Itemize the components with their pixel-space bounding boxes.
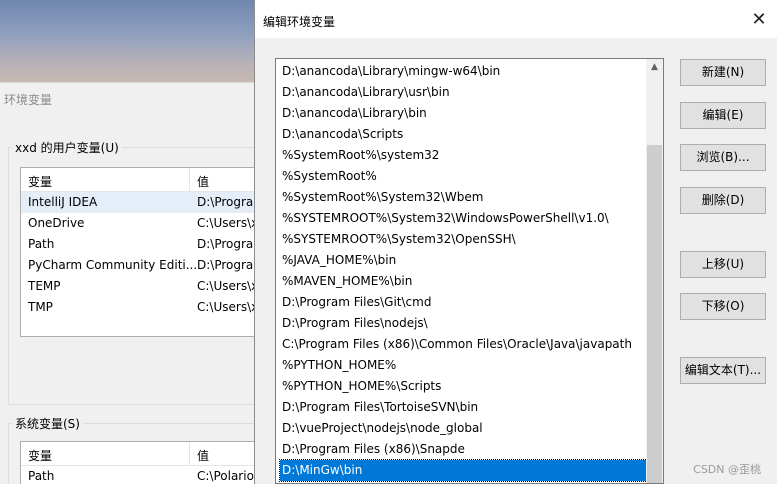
- variable-value: C:\Users\x: [197, 216, 259, 230]
- path-list-item[interactable]: D:\anancoda\Scripts: [280, 124, 647, 145]
- variable-value: D:\Progra: [197, 258, 254, 272]
- path-list-item[interactable]: D:\Program Files\TortoiseSVN\bin: [280, 397, 647, 418]
- path-list-item[interactable]: %PYTHON_HOME%\Scripts: [280, 376, 647, 397]
- variable-name: Path: [28, 237, 55, 251]
- table-row[interactable]: Path D:\Progra: [21, 234, 269, 255]
- watermark: CSDN @歪桃: [693, 463, 761, 476]
- variable-name: IntelliJ IDEA: [28, 195, 98, 209]
- variable-value: C:\Users\x: [197, 279, 259, 293]
- system-vars-table[interactable]: 变量 值 Path C:\Polario: [20, 441, 270, 484]
- path-list-item[interactable]: C:\Program Files (x86)\Common Files\Orac…: [280, 334, 647, 355]
- path-list-item[interactable]: %SystemRoot%\system32: [280, 145, 647, 166]
- path-list-item[interactable]: %MAVEN_HOME%\bin: [280, 271, 647, 292]
- user-vars-label: xxd 的用户变量(U): [12, 139, 122, 156]
- path-list-item[interactable]: D:\anancoda\Library\usr\bin: [280, 82, 647, 103]
- path-list-item[interactable]: D:\Program Files (x86)\Snapde: [280, 439, 647, 460]
- env-window-title: 环境变量: [4, 93, 53, 107]
- close-icon[interactable]: ✕: [748, 9, 770, 31]
- path-list-item[interactable]: %SYSTEMROOT%\System32\WindowsPowerShell\…: [280, 208, 647, 229]
- user-vars-header: 变量 值: [21, 168, 269, 192]
- new-button[interactable]: 新建(N): [680, 59, 766, 86]
- delete-button[interactable]: 删除(D): [680, 187, 766, 214]
- scrollbar-thumb[interactable]: [647, 145, 662, 483]
- environment-variables-window: 环境变量 xxd 的用户变量(U) 变量 值 IntelliJ IDEA D:\P…: [0, 82, 270, 484]
- edit-button[interactable]: 编辑(E): [680, 102, 766, 129]
- path-list-item[interactable]: D:\Program Files\Git\cmd: [280, 292, 647, 313]
- desktop-wallpaper: [0, 0, 260, 86]
- user-vars-table[interactable]: 变量 值 IntelliJ IDEA D:\Progra OneDrive C:\Us…: [20, 167, 270, 337]
- dialog-titlebar: 编辑环境变量 ✕: [255, 0, 777, 38]
- edit-text-button[interactable]: 编辑文本(T)...: [680, 357, 766, 384]
- move-down-button[interactable]: 下移(O): [680, 293, 766, 320]
- variable-value: D:\Progra: [197, 237, 254, 251]
- system-vars-label: 系统变量(S): [12, 415, 83, 432]
- table-row[interactable]: TEMP C:\Users\x: [21, 276, 269, 297]
- vertical-scrollbar[interactable]: ▲: [646, 59, 663, 483]
- scroll-up-icon[interactable]: ▲: [646, 59, 663, 76]
- path-list-item[interactable]: %SystemRoot%\System32\Wbem: [280, 187, 647, 208]
- path-listbox[interactable]: D:\anancoda\Library\mingw-w64\bin D:\anan…: [275, 58, 664, 484]
- path-list-item[interactable]: D:\vueProject\nodejs\node_global: [280, 418, 647, 439]
- column-header-variable[interactable]: 变量: [28, 173, 52, 190]
- system-vars-header: 变量 值: [21, 442, 269, 466]
- variable-name: OneDrive: [28, 216, 85, 230]
- variable-name: TMP: [28, 300, 53, 314]
- variable-value: D:\Progra: [197, 195, 254, 209]
- variable-name: Path: [28, 469, 55, 483]
- variable-value: C:\Polario: [197, 469, 254, 483]
- table-row[interactable]: TMP C:\Users\x: [21, 297, 269, 318]
- path-list-item[interactable]: %SYSTEMROOT%\System32\OpenSSH\: [280, 229, 647, 250]
- dialog-title: 编辑环境变量: [263, 15, 336, 29]
- table-row[interactable]: IntelliJ IDEA D:\Progra: [21, 192, 269, 213]
- path-list-item[interactable]: %SystemRoot%: [280, 166, 647, 187]
- table-row[interactable]: OneDrive C:\Users\x: [21, 213, 269, 234]
- column-header-variable[interactable]: 变量: [28, 447, 52, 464]
- path-list-item[interactable]: D:\anancoda\Library\bin: [280, 103, 647, 124]
- table-row[interactable]: Path C:\Polario: [21, 466, 269, 484]
- path-list-item[interactable]: D:\Program Files\nodejs\: [280, 313, 647, 334]
- path-list-item[interactable]: D:\anancoda\Library\mingw-w64\bin: [280, 61, 647, 82]
- browse-button[interactable]: 浏览(B)...: [680, 144, 766, 171]
- variable-value: C:\Users\x: [197, 300, 259, 314]
- path-list-item[interactable]: %JAVA_HOME%\bin: [280, 250, 647, 271]
- variable-name: TEMP: [28, 279, 61, 293]
- column-header-value[interactable]: 值: [197, 447, 209, 464]
- column-header-value[interactable]: 值: [197, 173, 209, 190]
- path-list-item[interactable]: %PYTHON_HOME%: [280, 355, 647, 376]
- path-list-item[interactable]: D:\MinGw\bin: [279, 459, 648, 482]
- move-up-button[interactable]: 上移(U): [680, 251, 766, 278]
- table-row[interactable]: PyCharm Community Editi... D:\Progra: [21, 255, 269, 276]
- edit-env-var-dialog: 编辑环境变量 ✕ D:\anancoda\Library\mingw-w64\b…: [254, 0, 777, 484]
- variable-name: PyCharm Community Editi...: [28, 258, 198, 272]
